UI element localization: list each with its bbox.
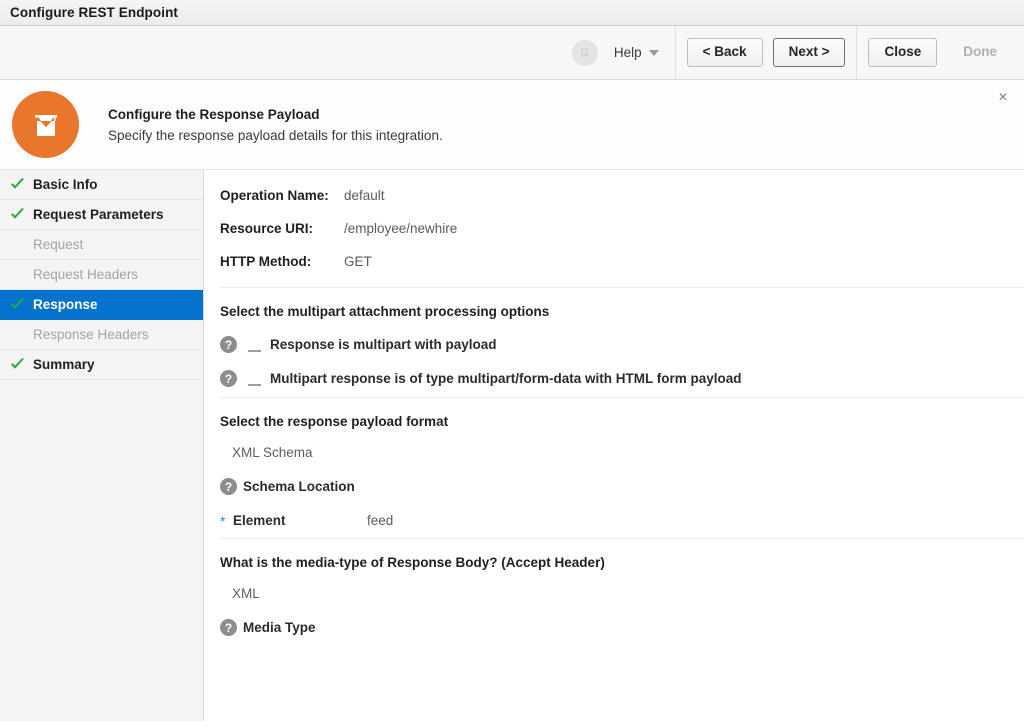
http-method-label: HTTP Method: [220,254,312,269]
schema-location-row: ? Schema Location [220,478,1012,495]
help-icon[interactable]: ? [220,370,237,387]
resource-uri-label: Resource URI: [220,221,314,236]
payload-format-section: Select the response payload format XML S… [204,414,1024,528]
payload-format-title: Select the response payload format [220,414,449,429]
page-header: Configure the Response Payload Specify t… [0,80,1024,170]
status-icon-wrap [571,39,610,66]
multipart-with-payload-label: Response is multipart with payload [270,337,497,352]
required-marker: * [220,512,226,529]
check-icon [10,178,26,191]
sidebar-item-label: Response Headers [33,326,149,342]
element-value[interactable]: feed [367,513,393,528]
help-icon[interactable]: ? [220,336,237,353]
media-type-section: What is the media-type of Response Body?… [204,555,1024,636]
check-icon [10,298,26,311]
help-icon[interactable]: ? [220,619,237,636]
sidebar-item-request[interactable]: Request [0,230,203,260]
body-split: Basic Info Request Parameters Request Re… [0,170,1024,721]
http-method-value: GET [344,254,372,269]
page-subtitle: Specify the response payload details for… [108,127,443,143]
multipart-section-title: Select the multipart attachment processi… [220,304,550,319]
sidebar-item-label: Basic Info [33,176,98,192]
check-icon [10,208,26,221]
sidebar-item-summary[interactable]: Summary [0,350,203,380]
sidebar-item-response-headers[interactable]: Response Headers [0,320,203,350]
http-method-row: HTTP Method: GET [220,254,1012,269]
page-title: Configure the Response Payload [108,106,320,122]
multipart-form-data-row: ? Multipart response is of type multipar… [220,370,1012,387]
sidebar-item-response[interactable]: Response [0,290,203,320]
media-type-row: ? Media Type [220,619,1012,636]
sidebar-item-label: Response [33,296,98,312]
multipart-form-data-label: Multipart response is of type multipart/… [270,371,742,386]
response-payload-form: Operation Name: default Resource URI: /e… [204,170,1024,721]
window-titlebar: Configure REST Endpoint [0,0,1024,26]
sidebar-item-request-headers[interactable]: Request Headers [0,260,203,290]
sidebar-item-basic-info[interactable]: Basic Info [0,170,203,200]
check-icon [10,358,26,371]
next-button[interactable]: Next > [772,38,846,67]
multipart-with-payload-row: ? Response is multipart with payload [220,336,1012,353]
circle-badge-icon[interactable] [571,39,598,66]
operation-summary-group: Operation Name: default Resource URI: /e… [204,188,1024,269]
inbox-tray-icon [12,91,79,158]
page-header-text: Configure the Response Payload Specify t… [108,107,443,143]
media-type-title: What is the media-type of Response Body?… [220,555,605,570]
media-type-value[interactable]: XML [232,586,1012,601]
nav-button-group: < Back Next > [676,26,857,80]
close-button[interactable]: Close [868,38,938,67]
window-title: Configure REST Endpoint [10,5,179,20]
check-icon-placeholder [10,328,26,341]
operation-name-row: Operation Name: default [220,188,1012,203]
schema-location-label: Schema Location [243,479,355,494]
back-button[interactable]: < Back [686,38,763,67]
divider [220,538,1024,539]
check-icon-placeholder [10,268,26,281]
sidebar-item-label: Request [33,236,84,252]
help-menu[interactable]: Help [610,25,676,80]
divider [220,287,1024,288]
sidebar-item-label: Request Parameters [33,206,164,222]
sidebar-item-label: Summary [33,356,95,372]
multipart-with-payload-checkbox[interactable] [248,338,261,352]
resource-uri-row: Resource URI: /employee/newhire [220,221,1012,236]
wizard-sidebar: Basic Info Request Parameters Request Re… [0,170,204,721]
multipart-form-data-checkbox[interactable] [248,372,261,386]
chevron-down-icon [648,49,659,56]
multipart-section: Select the multipart attachment processi… [204,304,1024,387]
payload-format-value[interactable]: XML Schema [232,445,1012,460]
resource-uri-value: /employee/newhire [344,221,458,236]
close-icon[interactable]: × [993,88,1013,108]
wizard-toolbar: Help < Back Next > Close Done [0,25,1024,80]
check-icon-placeholder [10,238,26,251]
sidebar-item-request-parameters[interactable]: Request Parameters [0,200,203,230]
help-menu-label: Help [613,45,642,60]
divider [220,397,1024,398]
element-row: * Element feed [220,513,1012,528]
done-button: Done [947,38,1013,67]
sidebar-item-label: Request Headers [33,266,139,282]
close-done-button-group: Close Done [856,25,1024,80]
help-icon[interactable]: ? [220,478,237,495]
media-type-label: Media Type [243,620,316,635]
operation-name-label: Operation Name: [220,188,329,203]
element-label: Element [233,513,286,528]
operation-name-value: default [344,188,385,203]
